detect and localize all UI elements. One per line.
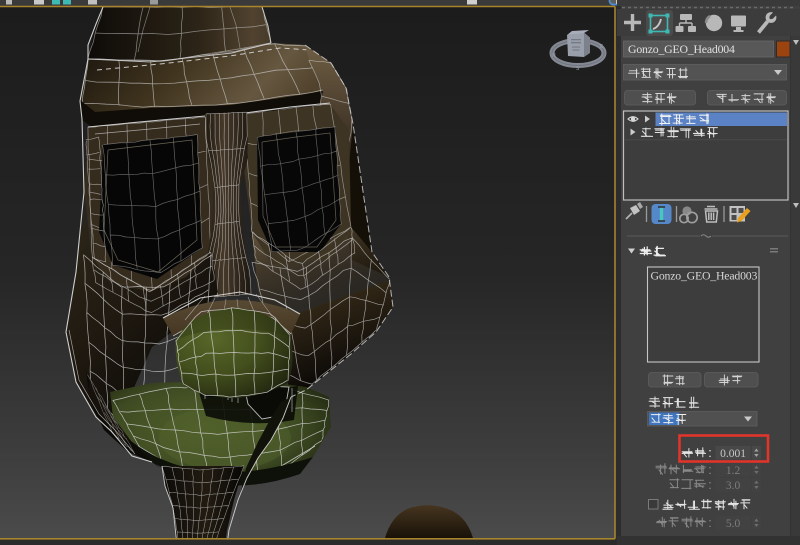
svg-text:0.001: 0.001: [720, 448, 746, 460]
svg-text::: :: [708, 516, 711, 530]
svg-text:N: N: [552, 53, 556, 59]
svg-text::: :: [708, 478, 711, 492]
svg-text:Gonzo_GEO_Head004: Gonzo_GEO_Head004: [628, 42, 735, 56]
svg-text:3.0: 3.0: [726, 480, 741, 492]
svg-text:Gonzo_GEO_Head003: Gonzo_GEO_Head003: [651, 269, 758, 283]
svg-text:5.0: 5.0: [726, 518, 741, 530]
svg-text::: :: [708, 463, 711, 477]
svg-text:1.2: 1.2: [726, 465, 741, 477]
svg-text::: :: [708, 446, 711, 460]
